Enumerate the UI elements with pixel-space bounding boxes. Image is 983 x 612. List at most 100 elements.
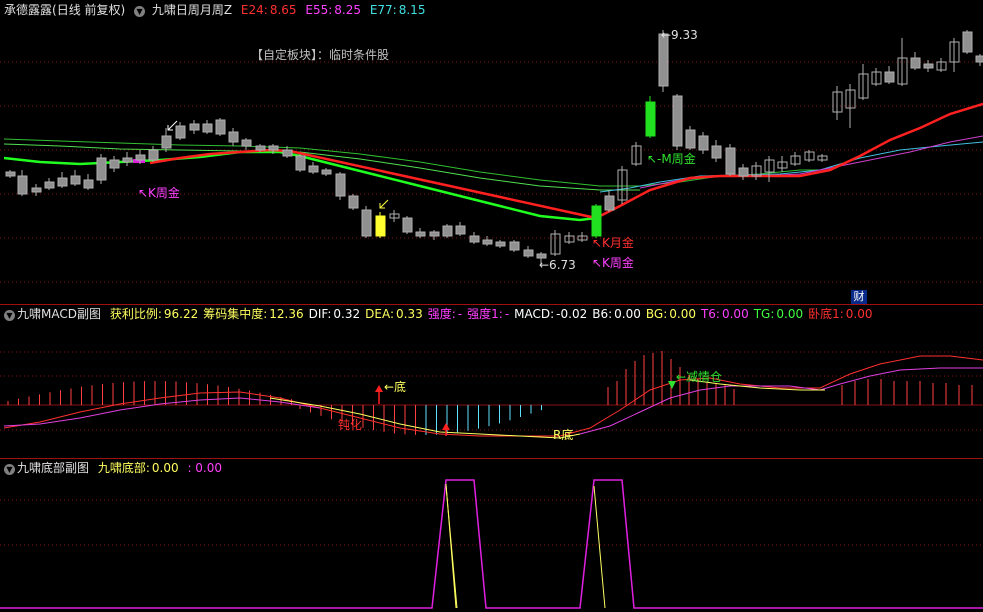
panel-separator-1[interactable]: [0, 304, 983, 305]
candle-body: [495, 241, 506, 247]
candle-body: [469, 235, 480, 243]
candle-body: [83, 179, 94, 189]
candle-body: [910, 57, 921, 69]
macd-field-label: MACD:: [514, 307, 555, 321]
bottom-panel-title[interactable]: 九啸底部副图: [17, 461, 89, 475]
macd-field-label: BG:: [645, 307, 668, 321]
candle-body: [884, 71, 895, 83]
macd-field-label: 强度:: [427, 307, 456, 321]
macd-field-label: 获利比例:: [109, 307, 162, 321]
candle-body: [604, 195, 615, 211]
macd-field-value: 0.33: [396, 307, 423, 321]
candle-body: [482, 239, 493, 245]
candle-body: [361, 209, 372, 237]
candle-body: [282, 149, 293, 157]
annotation-k-week-gold-1: ↖K周金: [138, 186, 180, 200]
candle-body: [295, 155, 306, 171]
candle-body: [161, 135, 172, 149]
candle-body: [255, 145, 266, 151]
candle-body: [685, 129, 696, 149]
macd-field-value: -0.02: [556, 307, 588, 321]
macd-field-value: 12.36: [269, 307, 304, 321]
annotation-r-bottom: R底: [553, 428, 574, 442]
bottom-panel-header: ▼ 九啸底部副图 九啸底部: 0.00 : 0.00: [4, 461, 227, 475]
macd-field-label: DEA:: [365, 307, 395, 321]
candle-body: [645, 101, 656, 137]
bottom-field-label: 九啸底部:: [97, 461, 150, 475]
candle-body: [148, 149, 159, 161]
candle-body: [202, 123, 213, 133]
annotation-low-price: ←6.73: [539, 258, 576, 272]
panel-separator-2[interactable]: [0, 458, 983, 459]
candle-body: [308, 165, 319, 173]
candle-body: [975, 55, 983, 63]
candle-body: [962, 31, 973, 53]
candle-body: [509, 241, 520, 251]
annotation-bottom: ←底: [384, 380, 407, 394]
candle-body: [523, 249, 534, 257]
macd-field-value: -: [457, 307, 463, 321]
annotation-k-week-gold-2: ↖K周金: [592, 256, 634, 270]
candle-body: [228, 131, 239, 143]
candle-body: [335, 173, 346, 197]
candle-body: [348, 195, 359, 209]
chevron-down-icon[interactable]: ▼: [4, 464, 15, 475]
chevron-down-icon[interactable]: ▼: [4, 310, 15, 321]
candle-body: [711, 145, 722, 159]
ema-thick-red: [149, 102, 983, 220]
macd-panel-header: ▼ 九啸MACD副图 获利比例: 96.22 筹码集中度: 12.36 DIF: 0.32 D…: [4, 307, 883, 321]
macd-field-value: 0.00: [776, 307, 804, 321]
dea-line-magenta2: [579, 367, 983, 435]
candle-body: [5, 171, 16, 177]
macd-histogram: [7, 351, 973, 435]
macd-field-label: 强度1:: [467, 307, 503, 321]
annotation-k-month-gold: ↖K月金: [592, 236, 634, 250]
candle-body: [70, 175, 81, 185]
candle-body: [215, 119, 226, 135]
candle-body: [455, 225, 466, 235]
candle-body: [135, 154, 146, 161]
candle-body: [109, 159, 120, 169]
candle-body: [175, 125, 186, 139]
candle-body: [17, 175, 28, 195]
macd-field-value: 0.00: [845, 307, 873, 321]
bottom-field-value2: : 0.00: [187, 461, 223, 475]
macd-panel-title[interactable]: 九啸MACD副图: [17, 307, 101, 321]
macd-field-label: 卧底1:: [808, 307, 844, 321]
candle-body: [241, 139, 252, 147]
cai-badge[interactable]: 财: [851, 290, 867, 304]
chart-canvas[interactable]: [0, 0, 983, 612]
macd-field-value: 96.22: [163, 307, 199, 321]
annotation-dun-hua: 钝化: [338, 418, 363, 432]
candle-body: [442, 225, 453, 237]
annotation-reduce-position: ←减情仓: [676, 370, 723, 384]
candle-body: [44, 181, 55, 189]
candle-body: [122, 157, 133, 163]
candle-body: [738, 167, 749, 177]
candle-body: [31, 187, 42, 193]
candle-body: [189, 123, 200, 131]
macd-field-value: 0.00: [669, 307, 696, 321]
candle-body: [672, 95, 683, 147]
macd-fields: 获利比例: 96.22 筹码集中度: 12.36 DIF: 0.32 DEA: 0.33 强度:…: [110, 307, 878, 321]
candle-body: [698, 135, 709, 151]
macd-field-value: 0.00: [614, 307, 641, 321]
macd-field-label: B6:: [592, 307, 613, 321]
candle-body: [402, 217, 413, 233]
candle-body: [725, 147, 736, 175]
candle-body: [591, 205, 602, 237]
annotation-high-price: ←9.33: [661, 28, 698, 42]
candle-body: [268, 145, 279, 151]
macd-field-label: TG:: [753, 307, 775, 321]
macd-field-value: 0.00: [721, 307, 749, 321]
candle-body: [375, 215, 386, 237]
dif-line: [3, 355, 983, 437]
macd-field-value: -: [504, 307, 510, 321]
annotation-m-week-gold: ↖-M周金: [647, 152, 696, 166]
candlesticks: [5, 30, 983, 264]
dea-line: [3, 397, 321, 427]
candle-body: [923, 63, 934, 69]
bottom-signal-magenta: [0, 479, 983, 609]
macd-field-label: 筹码集中度:: [203, 307, 268, 321]
candle-body: [57, 177, 68, 187]
